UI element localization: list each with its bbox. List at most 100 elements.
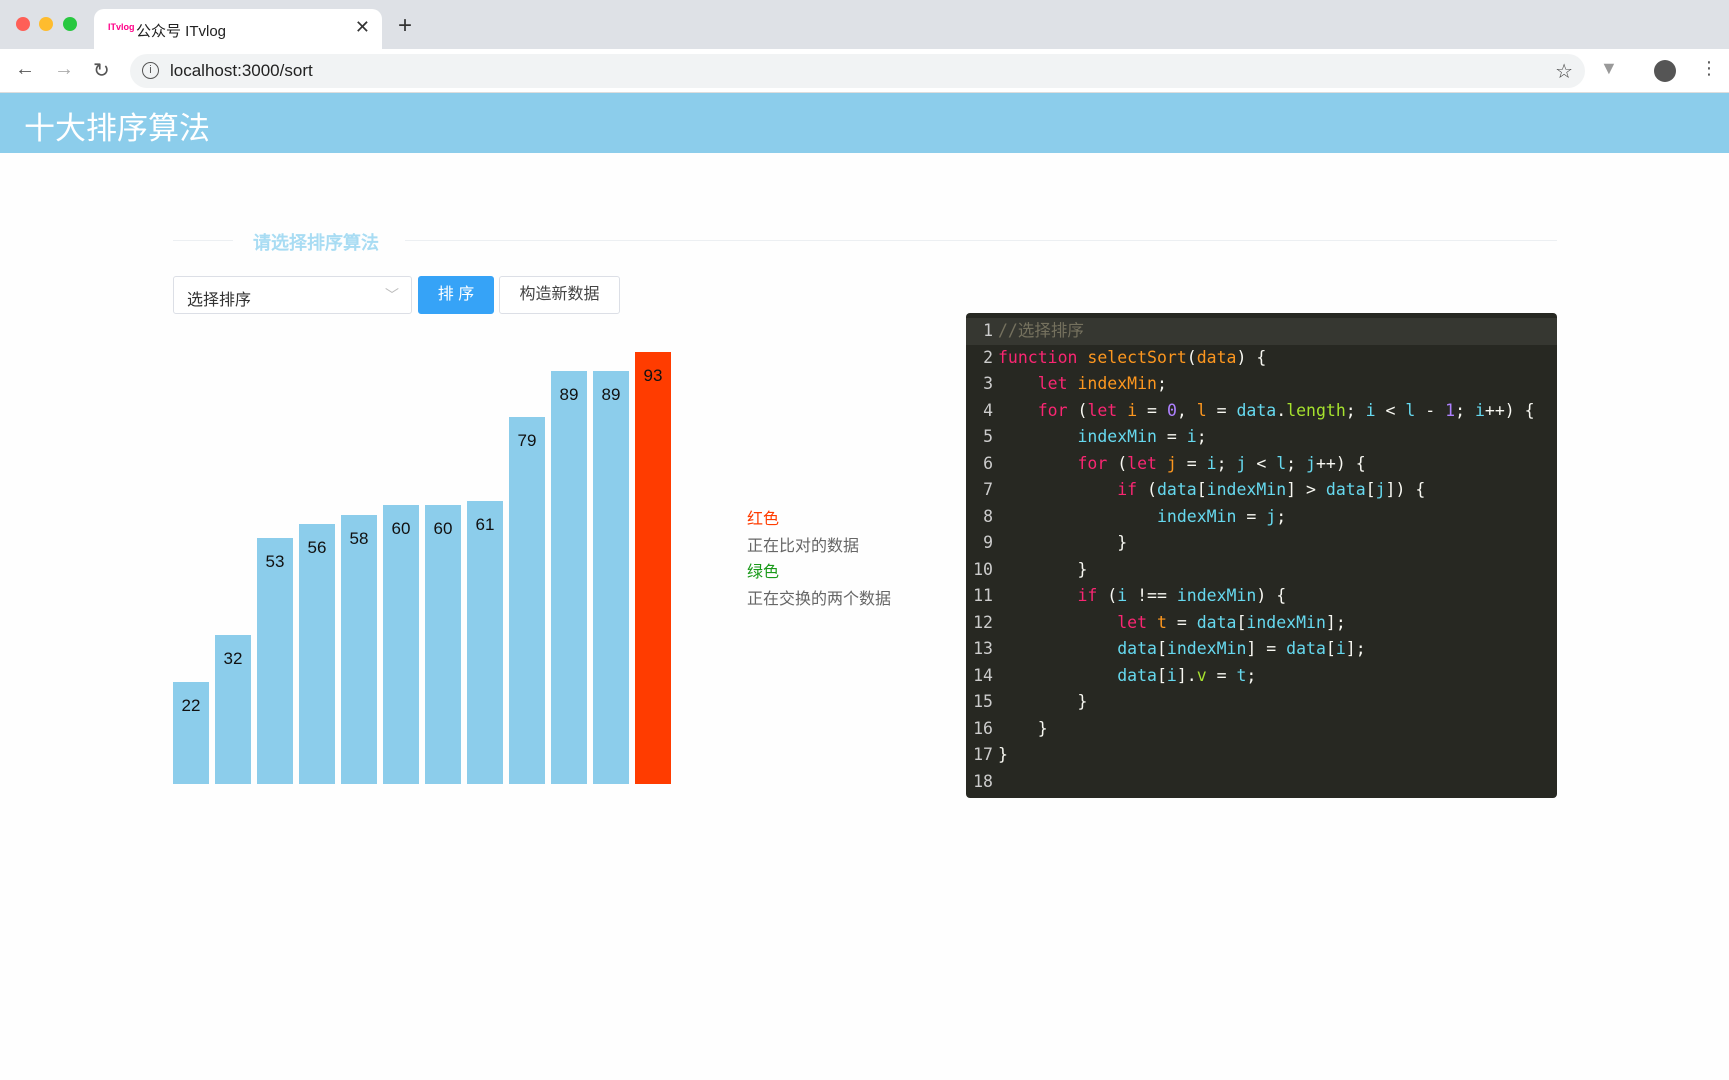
code-token: t [1236, 665, 1247, 685]
bar: 89 [593, 370, 629, 784]
code-editor[interactable]: 1//选择排序 2 function selectSort(data) {3 let… [966, 313, 1557, 798]
divider [405, 240, 1557, 241]
page-header: 十大排序算法 [0, 93, 1729, 153]
code-token: let [1127, 453, 1157, 473]
code-token: data [1196, 612, 1237, 632]
bar: 79 [509, 417, 545, 784]
sort-button[interactable]: 排 序 [418, 276, 494, 314]
url-text[interactable]: localhost:3000/sort [170, 61, 313, 81]
browser-tab[interactable]: ITvlog 公众号 ITvlog ✕ [94, 9, 382, 49]
code-token: [ [1236, 612, 1247, 632]
code-token: } [998, 745, 1008, 764]
code-line[interactable]: 14 data[i].v = t; [966, 663, 1557, 690]
bar-value-label: 56 [307, 537, 327, 557]
code-token: j [1266, 506, 1277, 526]
code-token: ]) { [1385, 480, 1426, 499]
code-token: = [1166, 612, 1197, 632]
bookmark-star-icon[interactable]: ☆ [1555, 59, 1573, 84]
forward-icon[interactable]: → [54, 58, 74, 81]
code-line[interactable]: 5 indexMin = i; [966, 424, 1557, 451]
address-bar[interactable]: i localhost:3000/sort ☆ [130, 54, 1585, 88]
code-token: i [1206, 453, 1217, 473]
code-token: indexMin [1077, 427, 1157, 446]
code-token: < [1375, 400, 1406, 420]
tab-close-icon[interactable]: ✕ [355, 17, 370, 38]
new-tab-icon[interactable]: + [398, 12, 412, 40]
reload-icon[interactable]: ↻ [93, 58, 110, 83]
close-window-button[interactable] [16, 17, 30, 31]
code-token: data [1156, 480, 1197, 499]
maximize-window-button[interactable] [63, 17, 77, 31]
code-line[interactable]: 3 let indexMin; [966, 371, 1557, 398]
code-line[interactable]: 2 function selectSort(data) { [966, 345, 1557, 372]
code-token: i [1335, 639, 1346, 658]
bar-value-label: 61 [475, 514, 495, 534]
legend-green-label: 绿色 [747, 564, 780, 581]
code-line[interactable]: 8 indexMin = j; [966, 504, 1557, 531]
code-line[interactable]: 15 } [966, 689, 1557, 716]
bar-value-label: 60 [391, 519, 411, 539]
code-token: for [1037, 400, 1068, 420]
profile-icon[interactable] [1654, 60, 1676, 82]
minimize-window-button[interactable] [39, 17, 53, 31]
code-token: = [1176, 453, 1207, 473]
code-token: function [998, 347, 1078, 367]
line-number: 11 [973, 586, 993, 605]
code-line[interactable]: 17} [966, 742, 1557, 769]
line-number: 15 [973, 692, 993, 711]
menu-icon[interactable]: ⋮ [1700, 58, 1718, 79]
code-token: j [1236, 453, 1247, 473]
bar-value-label: 32 [223, 649, 243, 669]
bar-value-label: 22 [181, 695, 201, 715]
line-number: 17 [973, 745, 993, 764]
code-line[interactable]: 16 } [966, 716, 1557, 743]
code-line[interactable]: 18 [966, 769, 1557, 796]
code-token: ]; [1345, 639, 1366, 658]
info-icon[interactable]: i [142, 62, 159, 79]
code-token: = [1206, 665, 1237, 685]
code-token: data [1286, 639, 1326, 658]
code-token: 1 [1445, 400, 1456, 420]
code-token: ( [1107, 453, 1128, 473]
code-line[interactable]: 4 for (let i = 0, l = data.length; i < l… [966, 398, 1557, 425]
code-token: if [1077, 586, 1098, 605]
code-token: ; [1156, 374, 1167, 393]
code-line[interactable]: 10 } [966, 557, 1557, 584]
divider [173, 240, 233, 241]
bar: 22 [173, 681, 209, 784]
page-title: 十大排序算法 [24, 111, 210, 146]
new-data-button[interactable]: 构造新数据 [499, 276, 620, 314]
browser-toolbar: ← → ↻ i localhost:3000/sort ☆ ▼ ⋮ [0, 49, 1729, 93]
vue-devtools-icon[interactable]: ▼ [1600, 58, 1618, 79]
code-token: ]. [1176, 665, 1197, 685]
code-token: //选择排序 [998, 321, 1084, 340]
bar-value-label: 58 [349, 528, 369, 548]
code-line[interactable]: 13 data[indexMin] = data[i]; [966, 636, 1557, 663]
algorithm-select[interactable]: 选择排序 ﹀ [173, 276, 412, 314]
code-line[interactable]: 6 for (let j = i; j < l; j++) { [966, 451, 1557, 478]
code-line[interactable]: 1 //选择排序 [966, 318, 1557, 345]
code-token: i [1365, 400, 1376, 420]
bar-value-label: 93 [643, 366, 663, 385]
code-token: j [1375, 480, 1386, 499]
code-token: data [1236, 400, 1277, 420]
code-token: i [1127, 400, 1138, 420]
legend-green-desc: 正在交换的两个数据 [747, 591, 892, 608]
code-token: !== [1127, 586, 1177, 605]
code-line[interactable]: 12 let t = data[indexMin]; [966, 610, 1557, 637]
code-token: ; [1286, 453, 1307, 473]
code-line[interactable]: 7 if (data[indexMin] > data[j]) { [966, 477, 1557, 504]
tab-title: 公众号 ITvlog [136, 23, 227, 40]
bar-value-label: 60 [433, 519, 453, 539]
line-number: 7 [983, 480, 993, 499]
back-icon[interactable]: ← [15, 58, 35, 81]
code-token: ) { [1256, 586, 1287, 605]
code-line[interactable]: 9 } [966, 530, 1557, 557]
code-line[interactable]: 11 if (i !== indexMin) { [966, 583, 1557, 610]
